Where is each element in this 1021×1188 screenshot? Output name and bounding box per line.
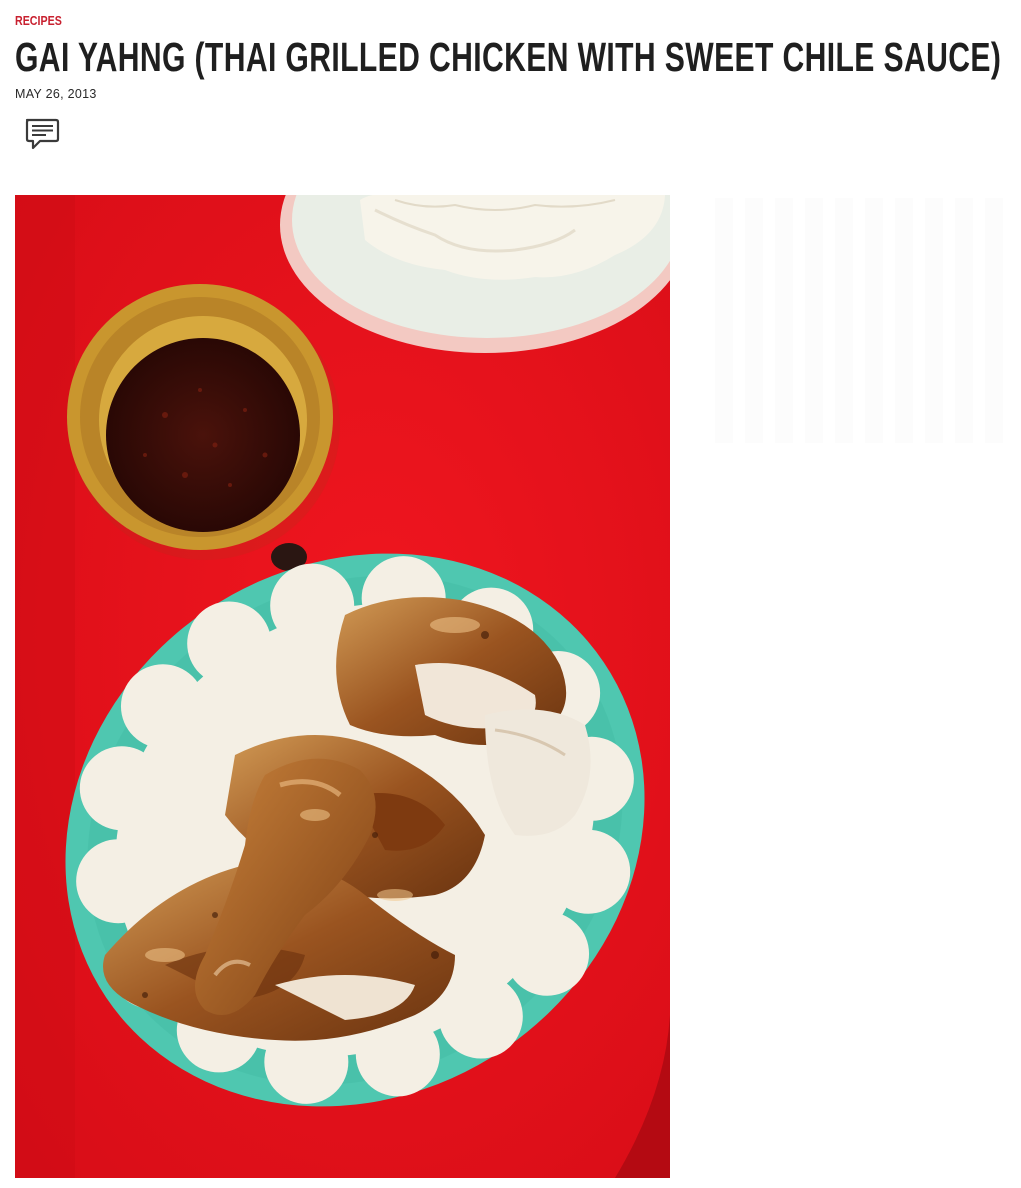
page-title: GAI YAHNG (THAI GRILLED CHICKEN WITH SWE… [15, 34, 1002, 80]
grilled-chicken-photo [15, 195, 670, 1178]
hero-image [15, 195, 670, 1178]
sidebar-ad-placeholder [715, 198, 1007, 443]
publish-date: MAY 26, 2013 [15, 87, 97, 101]
comment-button[interactable] [22, 115, 62, 155]
comment-icon [25, 118, 60, 150]
category-link-recipes[interactable]: RECIPES [15, 13, 62, 28]
